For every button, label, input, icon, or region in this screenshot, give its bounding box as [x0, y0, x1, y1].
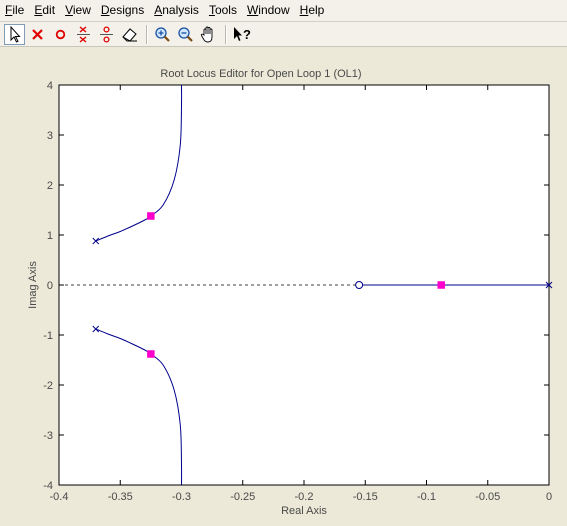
eraser-icon — [122, 27, 137, 42]
y-tick-label: 0 — [47, 280, 53, 292]
x-tick-label: -0.35 — [108, 491, 133, 503]
closed-loop-pole-marker[interactable] — [147, 350, 155, 358]
root-locus-figure: Root Locus Editor for Open Loop 1 (OL1) … — [3, 48, 563, 524]
whats-this-help-button[interactable]: ? — [231, 24, 252, 45]
zoom-out-button[interactable] — [175, 24, 196, 45]
y-tick-label: 1 — [47, 230, 53, 242]
menu-window[interactable]: Window — [242, 0, 295, 21]
x-tick-label: -0.25 — [230, 491, 255, 503]
menu-file[interactable]: File — [0, 0, 29, 21]
svg-text:?: ? — [243, 27, 251, 42]
add-complex-zero-icon — [100, 25, 113, 43]
toolbar-separator — [225, 24, 227, 44]
x-tick-label: -0.3 — [172, 491, 191, 503]
menu-designs[interactable]: Designs — [96, 0, 149, 21]
whats-this-help-icon: ? — [234, 26, 251, 42]
y-tick-label: 4 — [47, 80, 53, 92]
menu-help[interactable]: Help — [295, 0, 330, 21]
y-tick-label: 2 — [47, 180, 53, 192]
toolbar-separator — [146, 24, 148, 44]
root-locus-plot[interactable]: Root Locus Editor for Open Loop 1 (OL1) … — [3, 48, 563, 524]
add-real-pole-button[interactable] — [27, 24, 48, 45]
open-loop-zero-marker[interactable] — [355, 281, 364, 289]
y-tick-label: -3 — [43, 430, 53, 442]
pan-hand-button[interactable] — [198, 24, 219, 45]
add-real-zero-button[interactable] — [50, 24, 71, 45]
add-complex-pole-button[interactable] — [73, 24, 94, 45]
x-axis-label: Real Axis — [281, 505, 327, 517]
eraser-button[interactable] — [119, 24, 140, 45]
menu-analysis[interactable]: Analysis — [149, 0, 204, 21]
y-tick-label: -2 — [43, 380, 53, 392]
x-tick-label: -0.1 — [417, 491, 436, 503]
y-tick-label: 3 — [47, 130, 53, 142]
x-tick-label: -0.15 — [353, 491, 378, 503]
menu-bar: File Edit View Designs Analysis Tools Window He… — [0, 0, 567, 22]
add-complex-pole-icon — [77, 25, 90, 43]
select-arrow-icon — [10, 25, 21, 43]
zoom-out-icon — [178, 26, 193, 42]
toolbar: ? — [0, 22, 567, 47]
zoom-in-button[interactable] — [152, 24, 173, 45]
menu-edit[interactable]: Edit — [29, 0, 60, 21]
x-tick-label: -0.2 — [295, 491, 314, 503]
plot-title: Root Locus Editor for Open Loop 1 (OL1) — [160, 68, 361, 80]
add-real-zero-icon — [55, 29, 66, 39]
closed-loop-pole-marker[interactable] — [437, 281, 445, 289]
y-tick-label: -4 — [43, 480, 53, 492]
pan-hand-icon — [200, 26, 213, 42]
menu-view[interactable]: View — [60, 0, 96, 21]
x-tick-label: 0 — [546, 491, 552, 503]
add-complex-zero-button[interactable] — [96, 24, 117, 45]
y-tick-label: -1 — [43, 330, 53, 342]
y-axis-label: Imag Axis — [27, 261, 39, 309]
closed-loop-pole-marker[interactable] — [147, 212, 155, 220]
zoom-in-icon — [155, 26, 170, 42]
x-tick-label: -0.05 — [475, 491, 500, 503]
add-real-pole-icon — [32, 28, 43, 40]
select-arrow-button[interactable] — [4, 23, 25, 45]
x-tick-label: -0.4 — [50, 491, 69, 503]
menu-tools[interactable]: Tools — [204, 0, 242, 21]
